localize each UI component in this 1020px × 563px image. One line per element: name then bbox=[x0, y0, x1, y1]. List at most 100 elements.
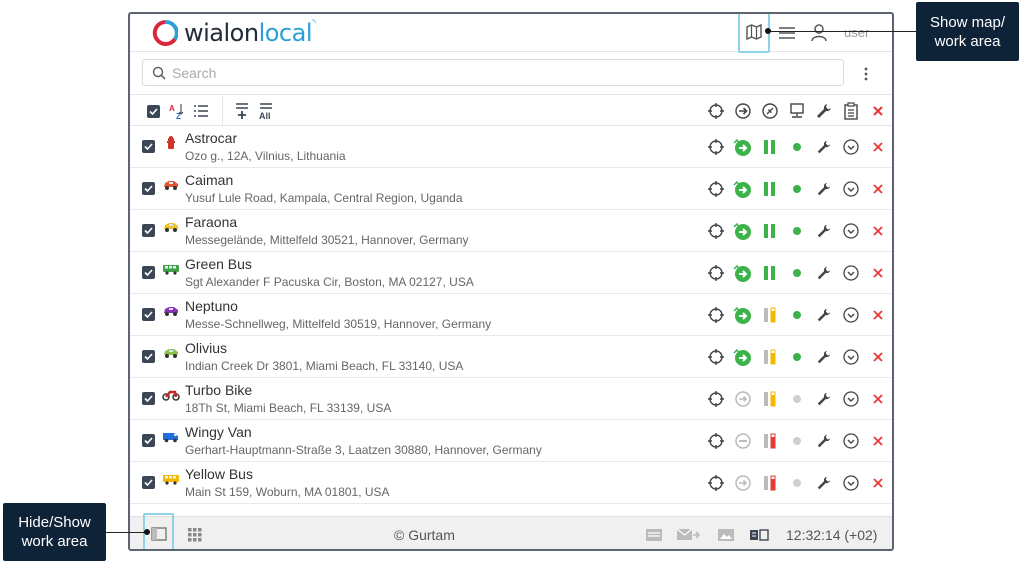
unit-checkbox[interactable] bbox=[142, 140, 155, 153]
unit-checkbox[interactable] bbox=[142, 434, 155, 447]
delete-button[interactable] bbox=[866, 430, 890, 452]
wrench-icon bbox=[817, 308, 831, 322]
locate-button[interactable] bbox=[704, 136, 728, 158]
properties-button[interactable] bbox=[812, 304, 836, 326]
locate-button[interactable] bbox=[704, 178, 728, 200]
unit-row[interactable]: Faraona Messegelände, Mittelfeld 30521, … bbox=[130, 210, 892, 252]
properties-button[interactable] bbox=[812, 346, 836, 368]
layout-button[interactable] bbox=[747, 525, 771, 545]
unit-row[interactable]: Astrocar Ozo g., 12A, Vilnius, Lithuania bbox=[130, 126, 892, 168]
menu-button[interactable] bbox=[775, 21, 799, 45]
list-all-icon: All bbox=[259, 103, 272, 120]
clock: 12:32:14 (+02) bbox=[786, 527, 878, 543]
connection-dot-icon bbox=[785, 136, 809, 158]
unit-checkbox[interactable] bbox=[142, 266, 155, 279]
col-report[interactable] bbox=[839, 100, 863, 122]
user-name[interactable]: user bbox=[844, 25, 869, 40]
unit-checkbox[interactable] bbox=[142, 476, 155, 489]
unit-checkbox[interactable] bbox=[142, 392, 155, 405]
locate-button[interactable] bbox=[704, 430, 728, 452]
select-all-checkbox[interactable] bbox=[142, 100, 164, 122]
unit-name[interactable]: Yellow Bus bbox=[185, 466, 253, 482]
properties-button[interactable] bbox=[812, 136, 836, 158]
wrench-icon bbox=[817, 392, 831, 406]
unit-checkbox[interactable] bbox=[142, 350, 155, 363]
add-units-button[interactable] bbox=[231, 100, 253, 122]
delete-button[interactable] bbox=[866, 388, 890, 410]
unit-row[interactable]: Caiman Yusuf Lule Road, Kampala, Central… bbox=[130, 168, 892, 210]
unit-name[interactable]: Neptuno bbox=[185, 298, 238, 314]
delete-button[interactable] bbox=[866, 262, 890, 284]
logo-mark-icon bbox=[152, 20, 178, 46]
dropdown-button[interactable] bbox=[839, 472, 863, 494]
locate-button[interactable] bbox=[704, 388, 728, 410]
unit-checkbox[interactable] bbox=[142, 308, 155, 321]
more-options-button[interactable] bbox=[854, 63, 878, 85]
unit-name[interactable]: Olivius bbox=[185, 340, 227, 356]
sort-az-button[interactable]: A Z bbox=[166, 100, 188, 122]
unit-row[interactable]: Neptuno Messe-Schnellweg, Mittelfeld 305… bbox=[130, 294, 892, 336]
locate-button[interactable] bbox=[704, 220, 728, 242]
delete-button[interactable] bbox=[866, 178, 890, 200]
connection-dot-icon bbox=[785, 430, 809, 452]
col-terminal[interactable] bbox=[785, 100, 809, 122]
col-motion[interactable] bbox=[731, 100, 755, 122]
copyright-text: © Gurtam bbox=[394, 527, 455, 543]
delete-button[interactable] bbox=[866, 220, 890, 242]
col-delete-all[interactable] bbox=[866, 100, 890, 122]
list-view-button[interactable] bbox=[190, 100, 212, 122]
dropdown-button[interactable] bbox=[839, 178, 863, 200]
unit-name[interactable]: Green Bus bbox=[185, 256, 252, 272]
unit-name[interactable]: Turbo Bike bbox=[185, 382, 252, 398]
unit-row[interactable]: Green Bus Sgt Alexander F Pacuska Cir, B… bbox=[130, 252, 892, 294]
delete-button[interactable] bbox=[866, 472, 890, 494]
dropdown-button[interactable] bbox=[839, 388, 863, 410]
dropdown-button[interactable] bbox=[839, 136, 863, 158]
notifications-button[interactable] bbox=[642, 525, 666, 545]
user-button[interactable] bbox=[807, 21, 831, 45]
locate-button[interactable] bbox=[704, 262, 728, 284]
unit-name[interactable]: Caiman bbox=[185, 172, 233, 188]
dropdown-button[interactable] bbox=[839, 346, 863, 368]
dropdown-button[interactable] bbox=[839, 220, 863, 242]
messages-button[interactable] bbox=[676, 525, 700, 545]
properties-button[interactable] bbox=[812, 220, 836, 242]
unit-row[interactable]: Wingy Van Gerhart-Hauptmann-Straße 3, La… bbox=[130, 420, 892, 462]
crosshair-icon bbox=[708, 223, 724, 239]
unit-address: Gerhart-Hauptmann-Straße 3, Laatzen 3088… bbox=[185, 443, 542, 457]
unit-row[interactable]: Yellow Bus Main St 159, Woburn, MA 01801… bbox=[130, 462, 892, 504]
unit-checkbox[interactable] bbox=[142, 224, 155, 237]
search-input[interactable] bbox=[172, 64, 843, 81]
properties-button[interactable] bbox=[812, 388, 836, 410]
dropdown-button[interactable] bbox=[839, 430, 863, 452]
col-connection[interactable] bbox=[758, 100, 782, 122]
unit-name[interactable]: Wingy Van bbox=[185, 424, 252, 440]
add-all-button[interactable]: All bbox=[255, 100, 277, 122]
svg-text:A: A bbox=[169, 104, 175, 113]
properties-button[interactable] bbox=[812, 262, 836, 284]
dropdown-button[interactable] bbox=[839, 262, 863, 284]
dropdown-button[interactable] bbox=[839, 304, 863, 326]
col-locate[interactable] bbox=[704, 100, 728, 122]
delete-button[interactable] bbox=[866, 346, 890, 368]
gallery-button[interactable] bbox=[714, 525, 738, 545]
unit-row[interactable]: Turbo Bike 18Th St, Miami Beach, FL 3313… bbox=[130, 378, 892, 420]
locate-button[interactable] bbox=[704, 346, 728, 368]
col-properties[interactable] bbox=[812, 100, 836, 122]
properties-button[interactable] bbox=[812, 178, 836, 200]
delete-button[interactable] bbox=[866, 136, 890, 158]
apps-button[interactable] bbox=[185, 525, 205, 545]
properties-button[interactable] bbox=[812, 472, 836, 494]
close-icon bbox=[873, 310, 883, 320]
close-icon bbox=[873, 352, 883, 362]
unit-name[interactable]: Astrocar bbox=[185, 130, 237, 146]
crosshair-icon bbox=[708, 433, 724, 449]
locate-button[interactable] bbox=[704, 472, 728, 494]
unit-name[interactable]: Faraona bbox=[185, 214, 237, 230]
delete-button[interactable] bbox=[866, 304, 890, 326]
unit-row[interactable]: Olivius Indian Creek Dr 3801, Miami Beac… bbox=[130, 336, 892, 378]
locate-button[interactable] bbox=[704, 304, 728, 326]
properties-button[interactable] bbox=[812, 430, 836, 452]
unit-checkbox[interactable] bbox=[142, 182, 155, 195]
fire-hydrant-icon bbox=[162, 136, 180, 150]
